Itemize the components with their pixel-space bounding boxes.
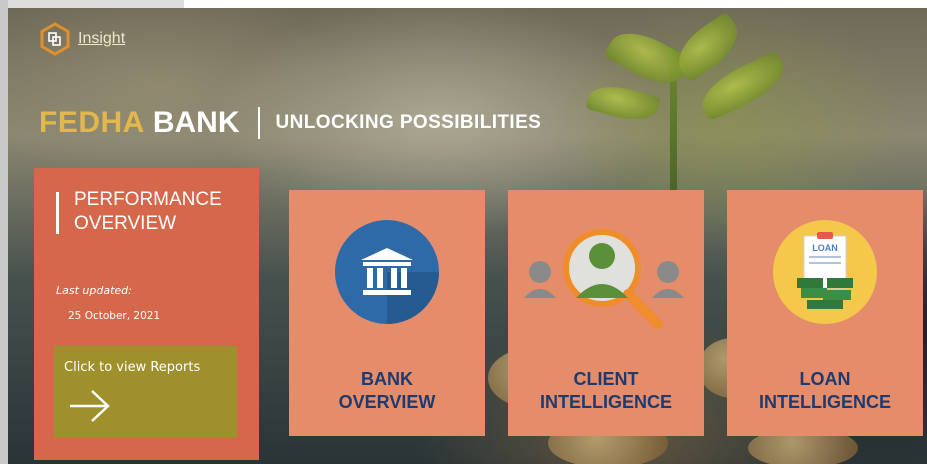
top-strip (8, 0, 927, 8)
card-label-line1: BANK (361, 369, 413, 389)
card-label-line2: INTELLIGENCE (758, 392, 891, 412)
last-updated-date: 25 October, 2021 (68, 310, 161, 322)
card-label: LOAN INTELLIGENCE (727, 368, 923, 414)
window-edge (0, 0, 8, 464)
leaf-decoration (585, 79, 661, 127)
header-divider (257, 107, 260, 139)
arrow-right-icon (70, 390, 110, 422)
app-logo[interactable]: Insight (38, 22, 125, 56)
performance-title: PERFORMANCE OVERVIEW (74, 189, 222, 234)
loan-icon-text: LOAN (812, 243, 838, 253)
top-strip-highlight (184, 0, 927, 8)
card-label: BANK OVERVIEW (289, 368, 485, 414)
background-image: Insight FEDHA BANK UNLOCKING POSSIBILITI… (8, 8, 927, 464)
client-search-icon (524, 229, 684, 329)
last-updated-label: Last updated: (56, 284, 132, 297)
app-frame: Insight FEDHA BANK UNLOCKING POSSIBILITI… (0, 0, 927, 464)
hexagon-logo-icon (38, 22, 72, 56)
bank-overview-card[interactable]: BANK OVERVIEW (289, 190, 485, 436)
view-reports-button[interactable]: Click to view Reports (54, 346, 237, 438)
card-label-line2: INTELLIGENCE (539, 392, 672, 412)
page-header: FEDHA BANK UNLOCKING POSSIBILITIES (39, 106, 541, 140)
card-label-line1: LOAN (799, 369, 851, 389)
brand-name-part1: FEDHA (39, 106, 145, 139)
loan-intelligence-card[interactable]: LOAN LOAN INTELLIGENCE (727, 190, 923, 436)
bank-icon (335, 220, 439, 324)
title-accent-bar (56, 192, 59, 234)
logo-text[interactable]: Insight (78, 30, 125, 48)
client-intelligence-card[interactable]: CLIENT INTELLIGENCE (508, 190, 704, 436)
brand-tagline: UNLOCKING POSSIBILITIES (275, 112, 542, 133)
brand-name-part2: BANK (152, 106, 240, 139)
loan-icon: LOAN (773, 220, 877, 324)
card-label: CLIENT INTELLIGENCE (508, 368, 704, 414)
card-label-line2: OVERVIEW (338, 392, 436, 412)
view-reports-label: Click to view Reports (64, 360, 201, 375)
performance-overview-panel: PERFORMANCE OVERVIEW Last updated: 25 Oc… (34, 168, 259, 460)
card-label-line1: CLIENT (573, 369, 639, 389)
